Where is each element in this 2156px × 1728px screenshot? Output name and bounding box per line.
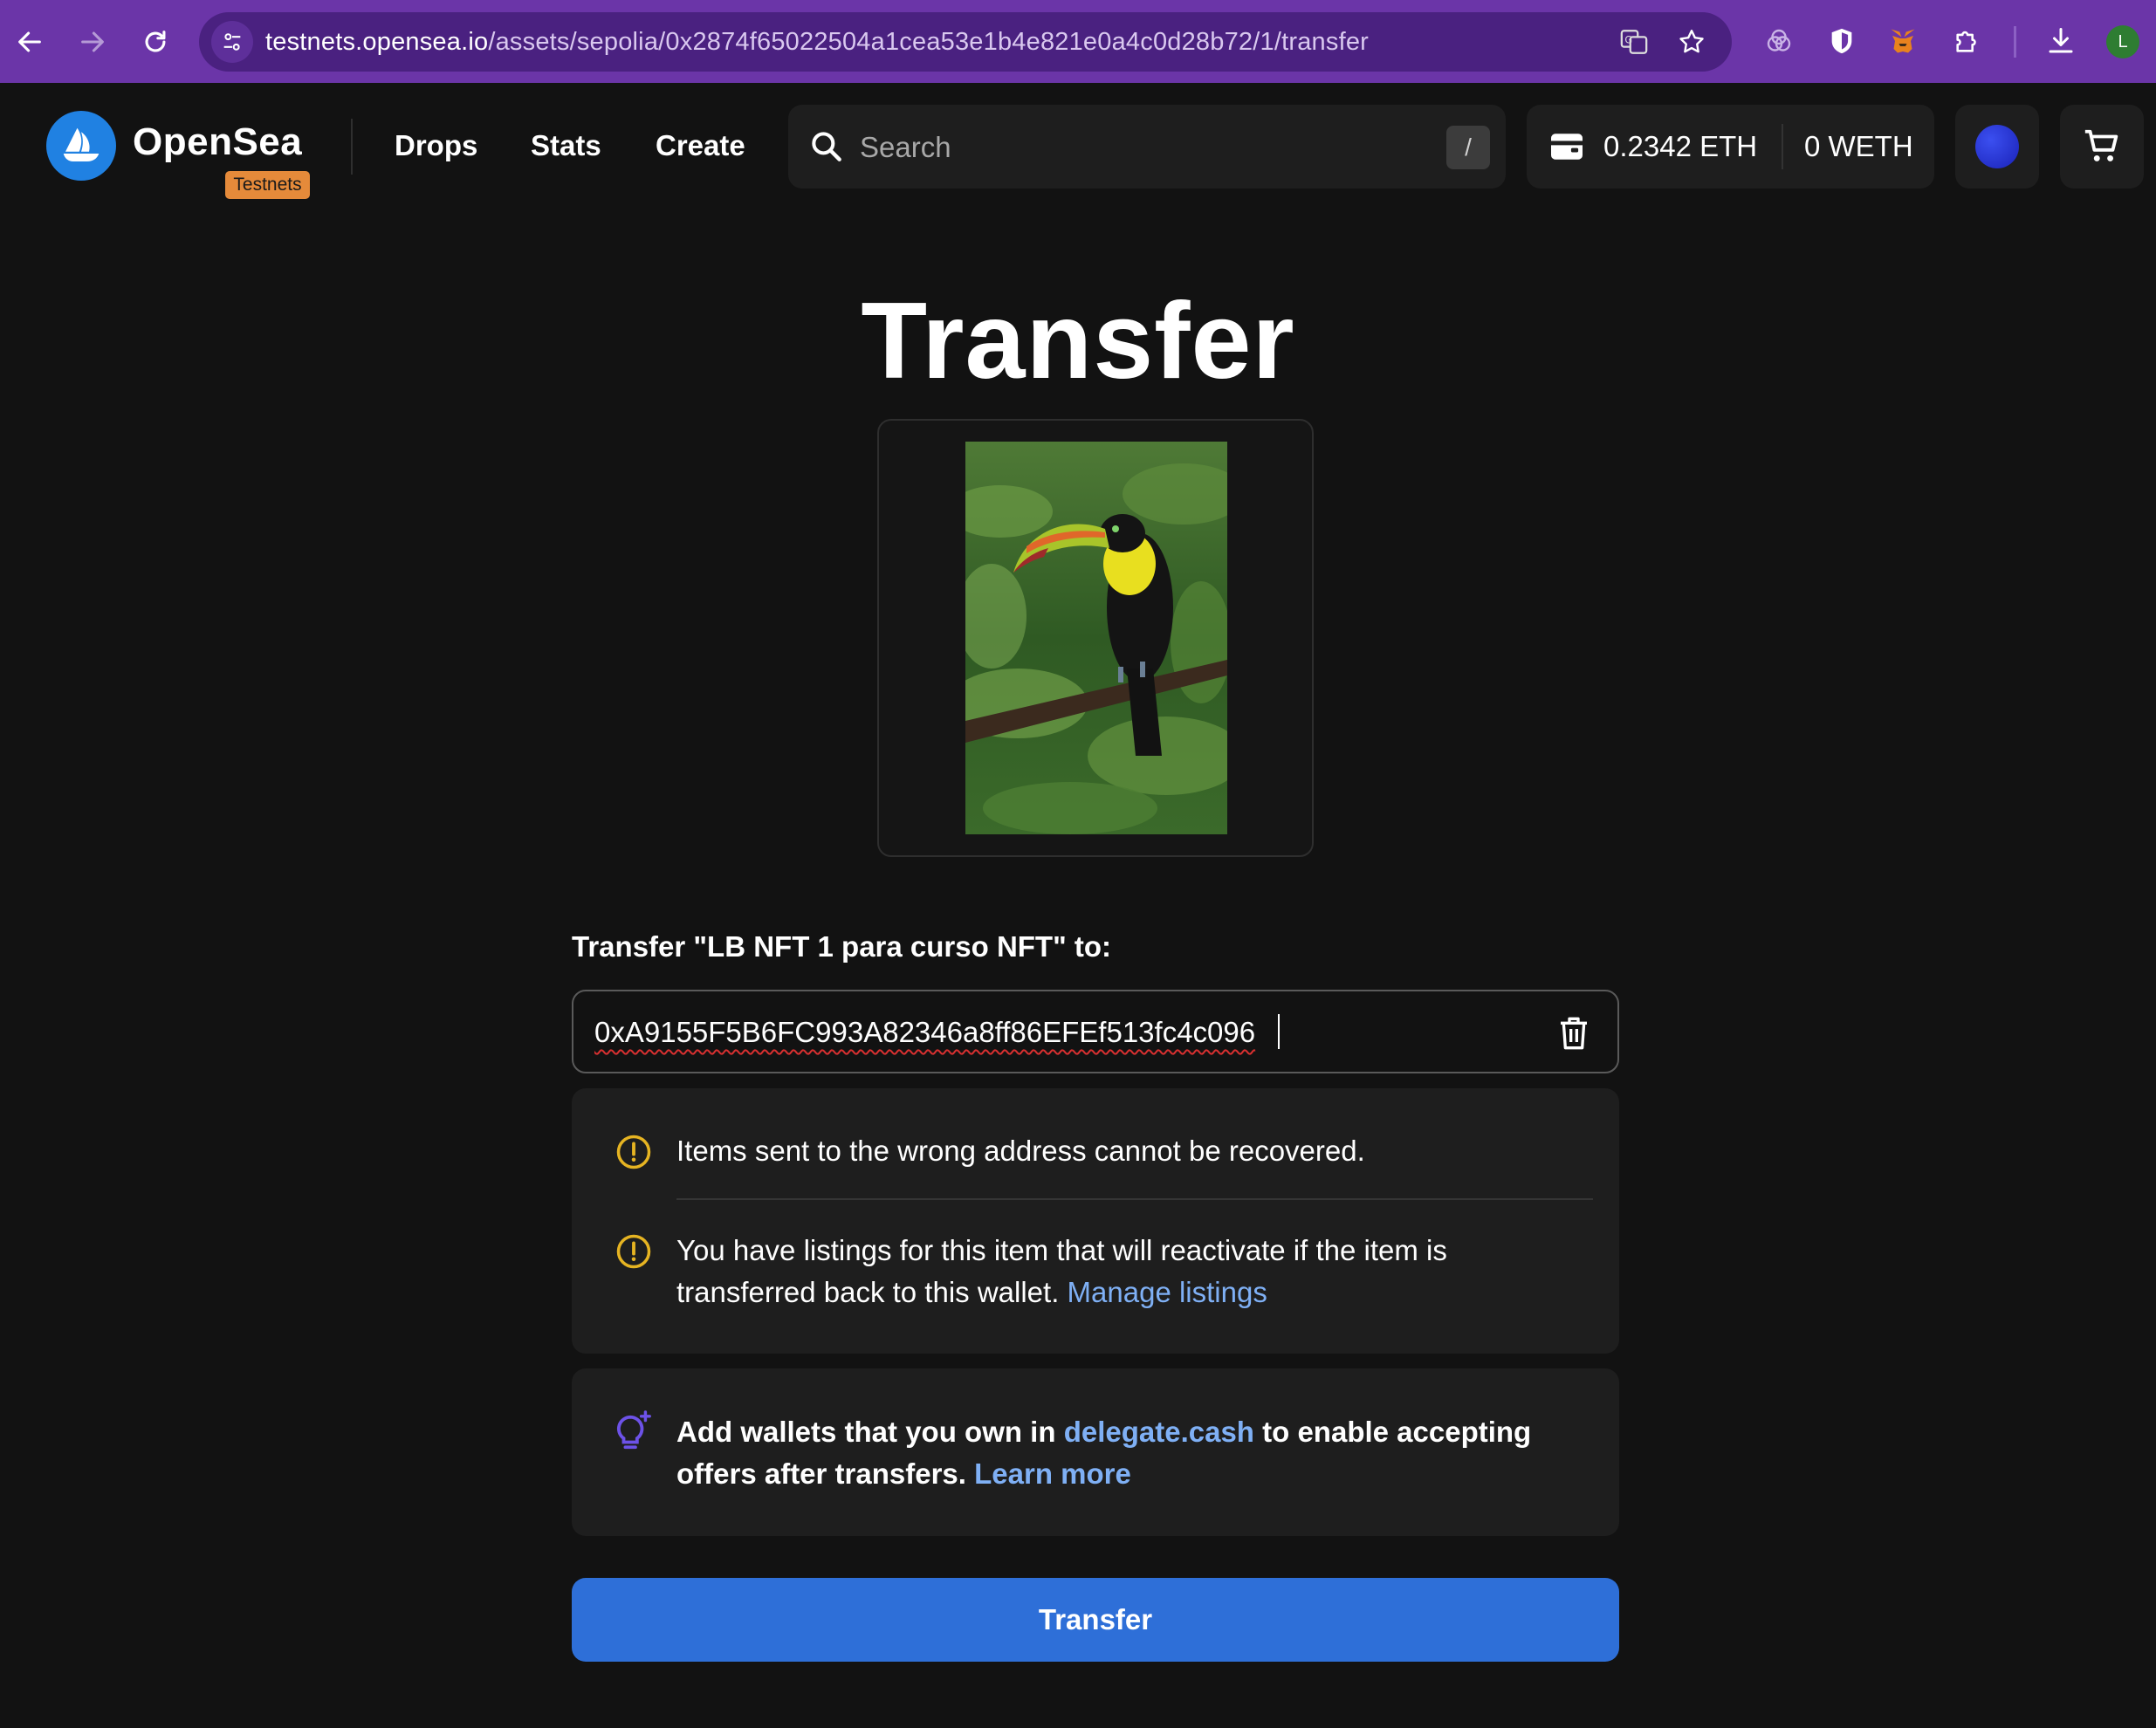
search-shortcut-badge: / bbox=[1446, 126, 1490, 169]
reload-icon[interactable] bbox=[133, 19, 178, 65]
info-text-part1: Add wallets that you own in bbox=[676, 1416, 1056, 1448]
opensea-logo-icon[interactable] bbox=[46, 111, 116, 181]
search-icon bbox=[812, 132, 841, 161]
wallet-divider bbox=[1782, 124, 1783, 169]
warning-wrong-address: Items sent to the wrong address cannot b… bbox=[676, 1135, 1365, 1167]
weth-balance: 0 WETH bbox=[1804, 130, 1913, 162]
lightbulb-sparkle-icon bbox=[617, 1410, 651, 1450]
brand-name[interactable]: OpenSea bbox=[133, 120, 302, 164]
nft-preview-card bbox=[877, 419, 1314, 857]
trash-icon[interactable] bbox=[1556, 1014, 1591, 1053]
page-title: Transfer bbox=[861, 281, 1295, 401]
transfer-button[interactable]: Transfer bbox=[572, 1578, 1619, 1662]
delegate-cash-link[interactable]: delegate.cash bbox=[1064, 1416, 1254, 1448]
wallet-balance[interactable]: 0.2342 ETH 0 WETH bbox=[1527, 105, 1934, 189]
metamask-icon[interactable] bbox=[1884, 22, 1922, 60]
profile-avatar[interactable]: L bbox=[2106, 25, 2139, 58]
search-placeholder: Search bbox=[860, 131, 951, 163]
nav-create[interactable]: Create bbox=[656, 129, 745, 162]
puzzle-icon[interactable] bbox=[1948, 22, 1987, 60]
forward-icon[interactable] bbox=[70, 19, 115, 65]
warning-circle-icon bbox=[616, 1135, 651, 1169]
learn-more-link[interactable]: Learn more bbox=[974, 1457, 1131, 1490]
download-icon[interactable] bbox=[2042, 22, 2080, 60]
shield-icon[interactable] bbox=[1823, 22, 1861, 60]
cart-icon bbox=[2084, 129, 2118, 161]
header-divider bbox=[351, 119, 353, 175]
translate-icon[interactable]: G bbox=[1617, 24, 1651, 59]
cart-button[interactable] bbox=[2060, 105, 2144, 189]
bookmark-star-icon[interactable] bbox=[1674, 24, 1709, 59]
search-input[interactable]: Search / bbox=[788, 105, 1506, 189]
delegate-info-text: Add wallets that you own in delegate.cas… bbox=[676, 1411, 1531, 1495]
avatar bbox=[1975, 125, 2019, 168]
address-bar[interactable]: testnets.opensea.io/assets/sepolia/0x287… bbox=[199, 12, 1732, 72]
svg-text:G: G bbox=[1624, 33, 1632, 45]
recipient-address-input[interactable]: 0xA9155F5B6FC993A82346a8ff86EFEf513fc4c0… bbox=[572, 990, 1619, 1073]
warning-listings: You have listings for this item that wil… bbox=[676, 1230, 1447, 1313]
nav-drops[interactable]: Drops bbox=[395, 129, 477, 162]
testnets-badge: Testnets bbox=[225, 171, 310, 199]
info-text-part2: to enable accepting bbox=[1262, 1416, 1532, 1448]
recipient-address-value: 0xA9155F5B6FC993A82346a8ff86EFEf513fc4c0… bbox=[594, 1016, 1256, 1048]
manage-listings-link[interactable]: Manage listings bbox=[1068, 1276, 1267, 1308]
toolbar-separator bbox=[2014, 26, 2016, 58]
wallet-icon bbox=[1551, 134, 1583, 160]
browser-toolbar: testnets.opensea.io/assets/sepolia/0x287… bbox=[0, 0, 2156, 83]
warning-panel: Items sent to the wrong address cannot b… bbox=[572, 1088, 1619, 1354]
text-caret bbox=[1278, 1014, 1280, 1049]
url-text: testnets.opensea.io/assets/sepolia/0x287… bbox=[265, 28, 1370, 56]
nft-image bbox=[965, 442, 1227, 834]
site-settings-icon[interactable] bbox=[211, 21, 253, 63]
info-text-line2: offers after transfers. bbox=[676, 1457, 966, 1490]
warning-listings-line1: You have listings for this item that wil… bbox=[676, 1234, 1447, 1266]
nav-stats[interactable]: Stats bbox=[531, 129, 601, 162]
warning-divider bbox=[676, 1198, 1593, 1200]
back-icon[interactable] bbox=[7, 19, 52, 65]
warning-listings-line2: transferred back to this wallet. bbox=[676, 1276, 1060, 1308]
delegate-info-panel: Add wallets that you own in delegate.cas… bbox=[572, 1368, 1619, 1536]
eth-balance: 0.2342 ETH bbox=[1603, 130, 1758, 162]
warning-circle-icon bbox=[616, 1234, 651, 1269]
account-avatar-button[interactable] bbox=[1955, 105, 2039, 189]
transfer-recipient-label: Transfer "LB NFT 1 para curso NFT" to: bbox=[572, 930, 1112, 963]
extension-icon[interactable] bbox=[1760, 22, 1798, 60]
